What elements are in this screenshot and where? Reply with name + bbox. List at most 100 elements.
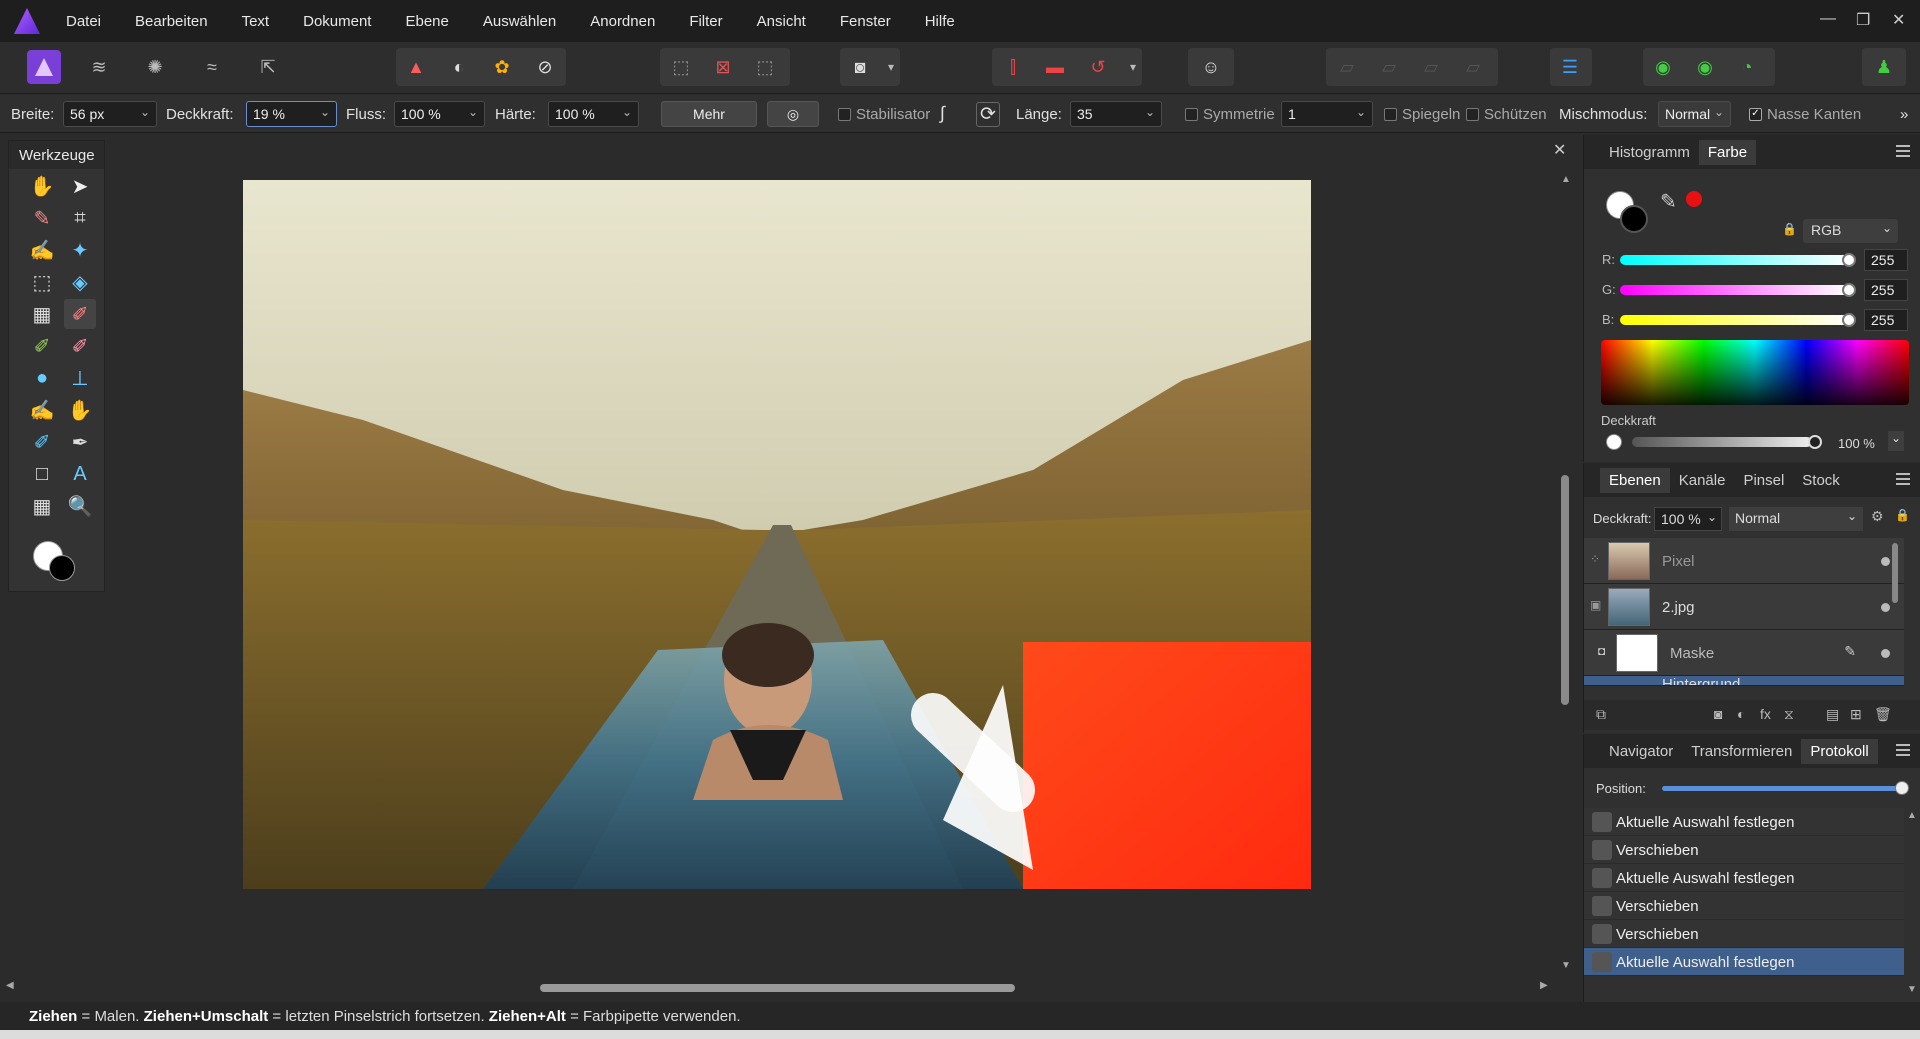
auto-contrast-icon[interactable]: ◐ — [442, 50, 476, 84]
haerte-field[interactable]: 100 % ⌄ — [548, 101, 639, 127]
add-layer-icon[interactable]: ⊞ — [1850, 706, 1862, 723]
add-icon[interactable]: ◉ — [1646, 50, 1680, 84]
history-item[interactable]: Aktuelle Auswahl festlegen — [1584, 808, 1904, 836]
b-slider-handle[interactable] — [1842, 313, 1856, 327]
tone-mapping-persona-icon[interactable]: ≈ — [195, 50, 229, 84]
scroll-left-icon[interactable]: ◀ — [6, 980, 14, 991]
align-icon[interactable]: ⫿ — [996, 50, 1030, 84]
breite-field[interactable]: 56 px ⌄ — [63, 101, 157, 127]
flip-icon[interactable]: ▬ — [1038, 50, 1072, 84]
scroll-up-icon[interactable]: ▲ — [1907, 810, 1917, 821]
layer-row-2jpg[interactable]: ▣ 2.jpg — [1584, 584, 1904, 630]
history-item[interactable]: Verschieben — [1584, 892, 1904, 920]
rectangle-tool-icon[interactable]: □ — [26, 459, 58, 489]
laenge-field[interactable]: 35 ⌄ — [1070, 101, 1162, 127]
menu-auswaehlen[interactable]: Auswählen — [483, 13, 556, 30]
history-item[interactable]: Verschieben — [1584, 920, 1904, 948]
erase-brush-tool-icon[interactable]: ✐ — [64, 331, 96, 361]
layers-menu-icon[interactable] — [1896, 473, 1910, 485]
deckkraft-field[interactable]: 19 % ⌄ — [246, 101, 337, 127]
mehr-button[interactable]: Mehr — [661, 101, 757, 127]
gradient-tool-icon[interactable]: ▦ — [26, 299, 58, 329]
opacity-slider[interactable] — [1632, 437, 1812, 447]
scroll-up-icon[interactable]: ▲ — [1561, 174, 1571, 185]
menu-text[interactable]: Text — [242, 13, 270, 30]
brush-settings-icon[interactable]: ◎ — [767, 101, 819, 127]
minimize-icon[interactable]: — — [1820, 10, 1836, 28]
menu-datei[interactable]: Datei — [66, 13, 101, 30]
picked-color-swatch[interactable] — [1686, 191, 1702, 207]
clone-tool-icon[interactable]: ⊥ — [64, 363, 96, 393]
adjustment-icon[interactable]: ◐ — [1737, 706, 1745, 722]
liquify-persona-icon[interactable]: ≋ — [82, 50, 116, 84]
restore-icon[interactable]: ❐ — [1856, 10, 1870, 30]
move-tool-icon[interactable]: ➤ — [64, 171, 96, 201]
color-picker-tool-icon[interactable]: ✎ — [26, 203, 58, 233]
deselect-icon[interactable]: ⊠ — [706, 50, 740, 84]
layer-opacity-field[interactable]: 100 % ⌄ — [1654, 507, 1722, 531]
color-mode-select[interactable]: RGB ⌄ — [1803, 219, 1898, 243]
layer-settings-icon[interactable]: ⚙ — [1871, 508, 1884, 525]
position-slider[interactable] — [1662, 786, 1902, 791]
arrange-backward-icon[interactable]: ▱ — [1372, 50, 1406, 84]
intersect-icon[interactable]: ◔ — [1730, 50, 1764, 84]
tab-pinsel[interactable]: Pinsel — [1734, 468, 1793, 493]
app-logo-icon[interactable] — [14, 8, 40, 34]
rotate-dropdown-icon[interactable]: ▾ — [1116, 50, 1150, 84]
hand-tool-icon[interactable]: ✋ — [26, 171, 58, 201]
g-value[interactable]: 255 — [1864, 279, 1908, 301]
text-tool-icon[interactable]: A — [64, 459, 96, 489]
pen-tool-icon[interactable]: ✒ — [64, 427, 96, 457]
rotate-icon[interactable]: ↺ — [1081, 50, 1115, 84]
symmetrie-checkbox[interactable] — [1185, 108, 1198, 121]
vertical-scrollbar[interactable] — [1561, 475, 1569, 705]
menu-dokument[interactable]: Dokument — [303, 13, 371, 30]
tab-farbe[interactable]: Farbe — [1698, 139, 1757, 165]
alignment-icon[interactable]: ☰ — [1553, 50, 1587, 84]
scroll-right-icon[interactable]: ▶ — [1540, 980, 1548, 991]
tab-histogramm[interactable]: Histogramm — [1600, 140, 1699, 165]
nasse-kanten-checkbox[interactable]: ✓ — [1749, 108, 1762, 121]
opacity-value[interactable]: 100 % — [1838, 436, 1875, 451]
export-persona-icon[interactable]: ⇱ — [251, 50, 285, 84]
layer-row-maske[interactable]: ◘ Maske ✎ — [1584, 630, 1904, 676]
auto-color-icon[interactable]: ✿ — [485, 50, 519, 84]
menu-anordnen[interactable]: Anordnen — [590, 13, 655, 30]
photo-persona-icon[interactable] — [27, 50, 61, 84]
pixel-tool-icon[interactable]: ✐ — [26, 331, 58, 361]
crop-tool-icon[interactable]: ⌗ — [64, 203, 96, 233]
stabilisator-checkbox[interactable] — [838, 108, 851, 121]
window-mode-icon[interactable]: ⟳ — [976, 102, 1000, 127]
fluss-field[interactable]: 100 % ⌄ — [394, 101, 485, 127]
document-canvas[interactable] — [243, 180, 1311, 889]
select-all-icon[interactable]: ⬚ — [664, 50, 698, 84]
delete-layer-icon[interactable]: 🗑 — [1874, 706, 1892, 723]
r-slider[interactable] — [1620, 255, 1850, 265]
layer-visibility-toggle[interactable] — [1881, 649, 1890, 658]
live-filter-icon[interactable]: ⧖ — [1784, 706, 1794, 723]
menu-bearbeiten[interactable]: Bearbeiten — [135, 13, 208, 30]
flood-select-tool-icon[interactable]: ✦ — [64, 235, 96, 265]
paint-brush-tool-icon[interactable]: ✐ — [64, 299, 96, 329]
b-value[interactable]: 255 — [1864, 309, 1908, 331]
quick-mask-dropdown-icon[interactable]: ▾ — [874, 50, 908, 84]
stroke-color-swatch[interactable] — [1620, 205, 1648, 233]
layer-lock-icon[interactable]: 🔒 — [1895, 508, 1910, 522]
panel-menu-icon[interactable] — [1896, 145, 1910, 157]
layer-visibility-toggle[interactable] — [1881, 603, 1890, 612]
history-item[interactable]: Aktuelle Auswahl festlegen — [1584, 864, 1904, 892]
more-options-icon[interactable]: » — [1900, 106, 1908, 123]
close-window-icon[interactable]: ✕ — [1892, 10, 1905, 30]
quick-mask-icon[interactable]: ◙ — [843, 50, 877, 84]
add-mask-icon[interactable]: ◙ — [1714, 706, 1722, 722]
account-icon[interactable]: ♟ — [1867, 50, 1901, 84]
healing-tool-icon[interactable]: ✋ — [64, 395, 96, 425]
arrange-forward-icon[interactable]: ▱ — [1414, 50, 1448, 84]
subtract-icon[interactable]: ◉ — [1688, 50, 1722, 84]
assistant-icon[interactable]: ☺ — [1194, 50, 1228, 84]
tab-protokoll[interactable]: Protokoll — [1801, 738, 1878, 764]
layer-visibility-toggle[interactable] — [1881, 557, 1890, 566]
menu-fenster[interactable]: Fenster — [840, 13, 891, 30]
scroll-down-icon[interactable]: ▼ — [1561, 960, 1571, 971]
color-spectrum[interactable] — [1601, 340, 1909, 405]
